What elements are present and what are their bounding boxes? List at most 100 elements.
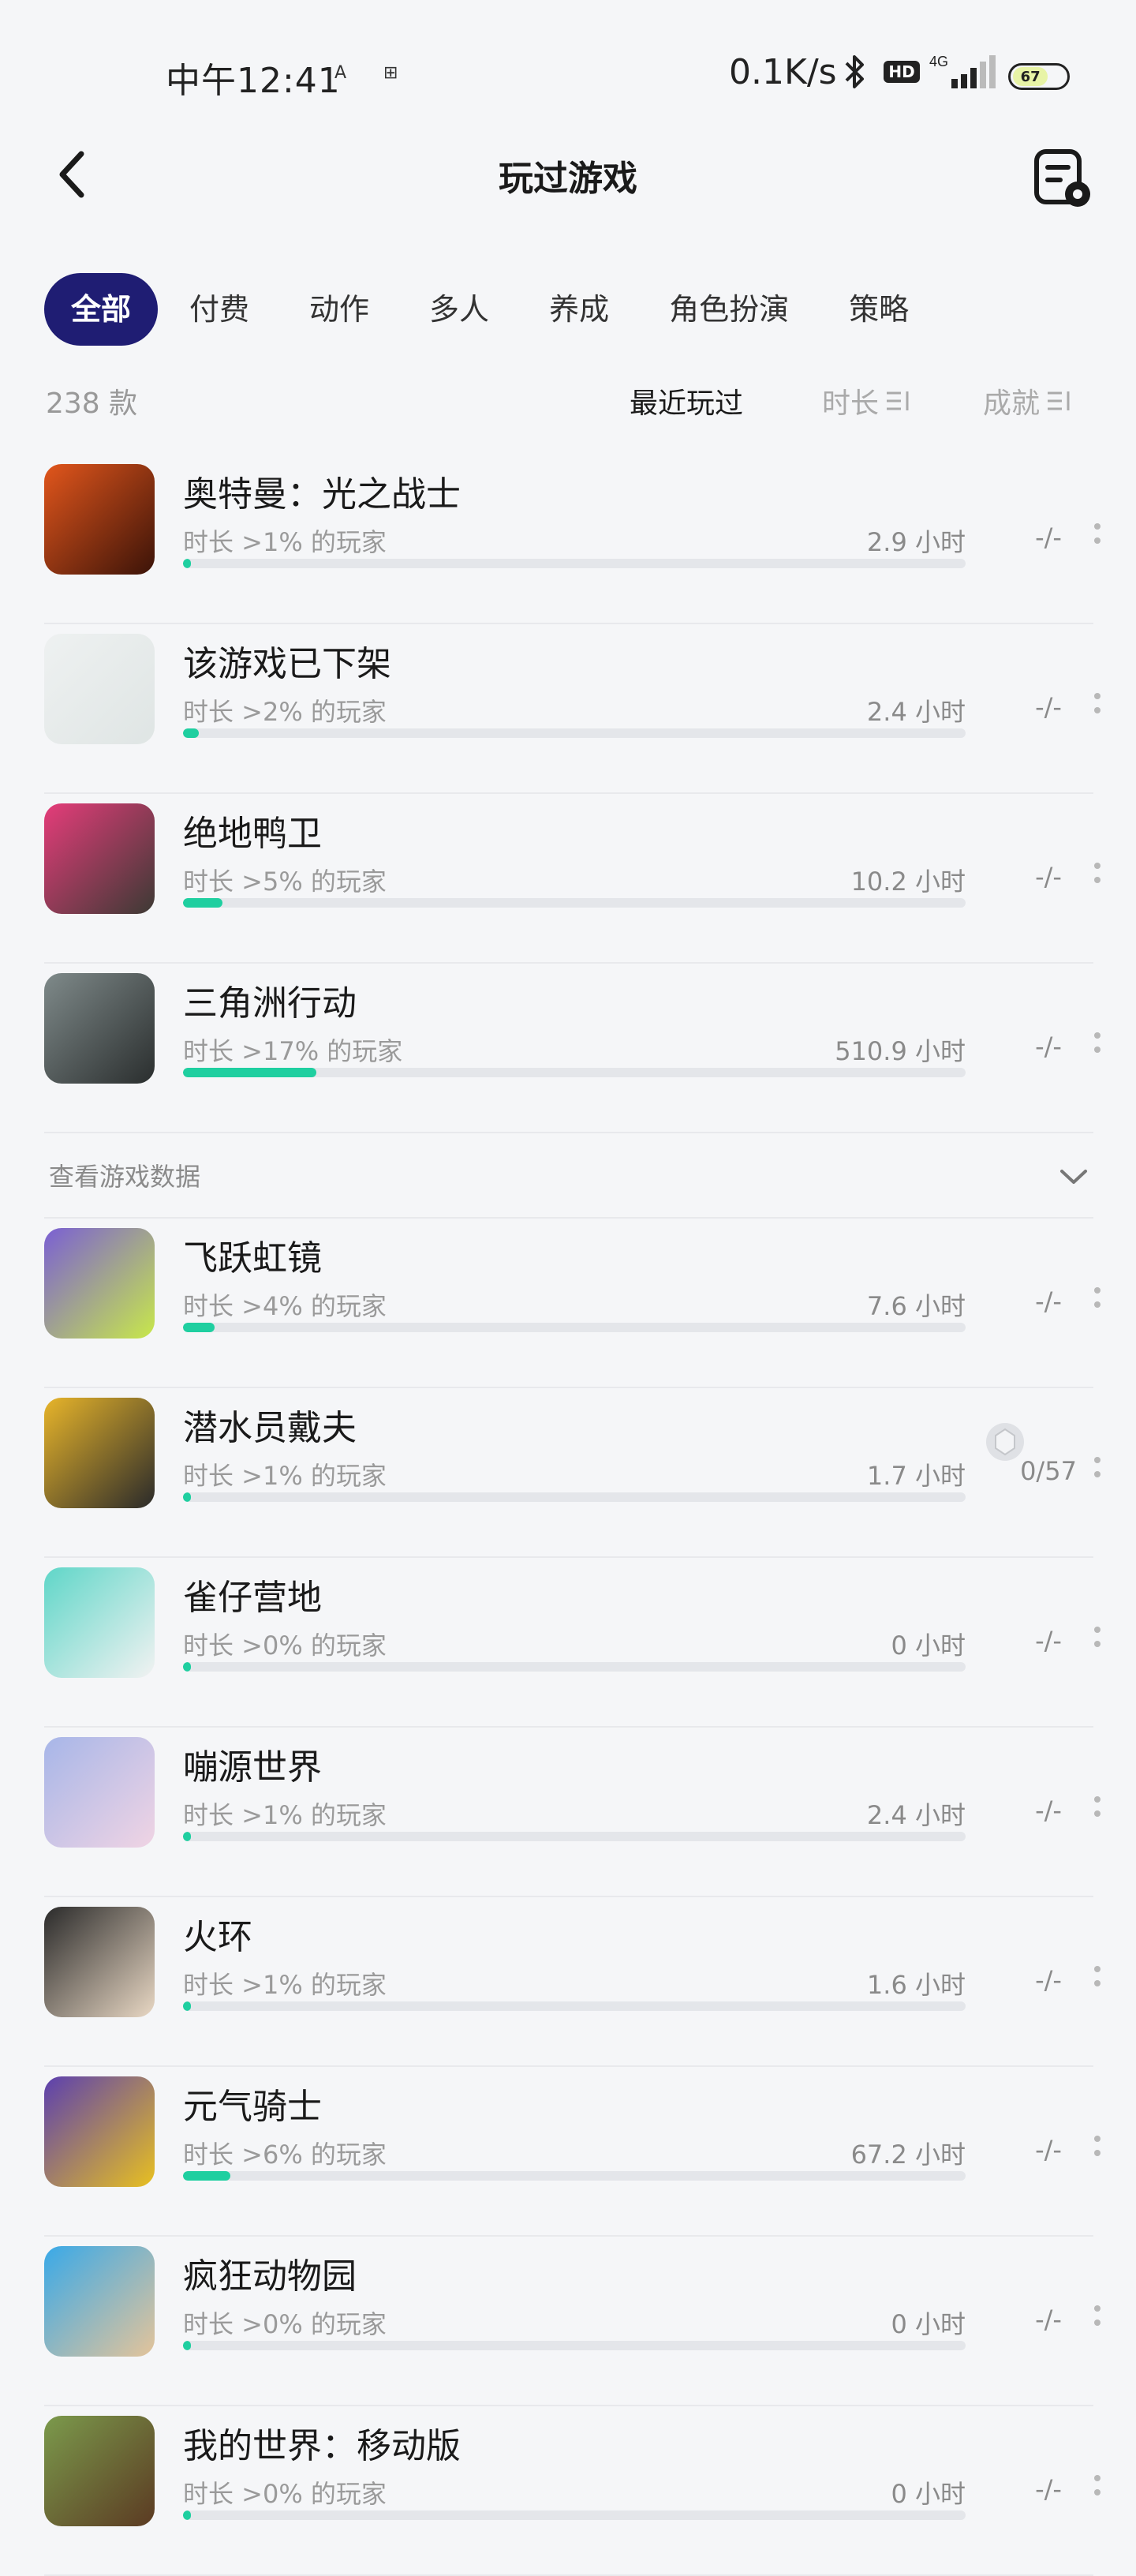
game-row[interactable]: 三角洲行动 时长 >17% 的玩家 510.9 小时 -/- (44, 964, 1100, 1133)
bluetooth-icon (835, 52, 874, 92)
game-list: 奥特曼：光之战士 时长 >1% 的玩家 2.9 小时 -/- 该游戏已下架 时长 >2% … (44, 455, 1100, 2576)
sort-achievement-button[interactable]: 成就 (983, 380, 1073, 421)
more-options-button[interactable] (1086, 680, 1109, 727)
playtime-rank: 时长 >17% 的玩家 (183, 1036, 403, 1066)
playtime-rank: 时长 >0% 的玩家 (183, 1631, 387, 1661)
achievement-progress: -/- (1035, 862, 1062, 892)
playtime-hours: 0 小时 (891, 1631, 966, 1661)
playtime-rank: 时长 >1% 的玩家 (183, 1461, 387, 1491)
playtime-rank: 时长 >4% 的玩家 (183, 1291, 387, 1321)
game-name: 三角洲行动 (183, 983, 357, 1024)
playtime-hours: 1.7 小时 (866, 1461, 966, 1491)
svg-text:4G: 4G (929, 54, 948, 69)
game-icon (44, 1907, 155, 2017)
playtime-hours: 510.9 小时 (835, 1036, 966, 1066)
tab-0[interactable]: 全部 (44, 273, 159, 346)
playtime-hours: 2.4 小时 (866, 697, 966, 727)
tab-3[interactable]: 多人 (401, 273, 518, 346)
playtime-hours: 0 小时 (891, 2309, 966, 2339)
playtime-rank: 时长 >6% 的玩家 (183, 2140, 387, 2170)
game-row[interactable]: 雀仔营地 时长 >0% 的玩家 0 小时 -/- (44, 1558, 1100, 1728)
status-time: 中午12:41 (166, 61, 341, 101)
chevron-down-icon (1060, 1170, 1087, 1184)
playtime-progress-bar (183, 2171, 966, 2181)
game-count: 238 款 (46, 388, 138, 420)
game-row[interactable]: 疯狂动物园 时长 >0% 的玩家 0 小时 -/- (44, 2237, 1100, 2406)
more-options-button[interactable] (1086, 2462, 1109, 2509)
playtime-progress-fill (183, 1068, 316, 1077)
playtime-hours: 67.2 小时 (850, 2140, 966, 2170)
playtime-progress-fill (183, 2341, 191, 2350)
list-settings-icon (1034, 149, 1090, 207)
playtime-progress-fill (183, 1662, 191, 1672)
game-icon (44, 803, 155, 914)
game-icon (44, 464, 155, 575)
battery-level: 67 (1013, 67, 1048, 86)
page-title: 玩过游戏 (499, 159, 637, 199)
tab-6[interactable]: 策略 (820, 273, 937, 346)
network-speed: 0.1K/s (729, 52, 837, 92)
game-row[interactable]: 嘣源世界 时长 >1% 的玩家 2.4 小时 -/- (44, 1728, 1100, 1897)
playtime-progress-fill (183, 728, 199, 738)
more-options-button[interactable] (1086, 1613, 1109, 1661)
tab-5[interactable]: 角色扮演 (641, 273, 817, 346)
achievement-progress: -/- (1035, 1795, 1062, 1825)
game-icon (44, 2076, 155, 2187)
playtime-progress-bar (183, 2510, 966, 2520)
more-options-button[interactable] (1086, 2122, 1109, 2170)
game-name: 飞跃虹镜 (183, 1238, 322, 1279)
game-row[interactable]: 我的世界：移动版 时长 >0% 的玩家 0 小时 -/- (44, 2406, 1100, 2576)
game-row[interactable]: 火环 时长 >1% 的玩家 1.6 小时 -/- (44, 1897, 1100, 2067)
tab-4[interactable]: 养成 (521, 273, 637, 346)
notification-icon: A (334, 63, 347, 83)
achievement-progress: -/- (1035, 2305, 1062, 2334)
more-options-button[interactable] (1086, 510, 1109, 557)
game-row[interactable]: 潜水员戴夫 时长 >1% 的玩家 1.7 小时 0/57 (44, 1388, 1100, 1558)
playtime-progress-bar (183, 898, 966, 908)
more-options-button[interactable] (1086, 849, 1109, 897)
more-options-button[interactable] (1086, 1443, 1109, 1491)
notification-icon-2: ⊞ (383, 63, 398, 83)
game-row[interactable]: 飞跃虹镜时长 >4% 的玩家 7.6 小时 -/- (44, 1219, 1100, 1388)
achievement-progress: -/- (1035, 692, 1062, 722)
sort-icon (887, 391, 909, 410)
playtime-progress-fill (183, 559, 191, 568)
tab-2[interactable]: 动作 (281, 273, 398, 346)
tab-1[interactable]: 付费 (161, 273, 278, 346)
achievement-progress: -/- (1035, 522, 1062, 552)
playtime-rank: 时长 >2% 的玩家 (183, 697, 387, 727)
view-game-data-toggle[interactable]: 查看游戏数据 (44, 1133, 1093, 1219)
playtime-progress-fill (183, 898, 222, 908)
achievement-progress: -/- (1035, 1286, 1062, 1316)
game-row[interactable]: 绝地鸭卫 时长 >5% 的玩家 10.2 小时 -/- (44, 794, 1100, 964)
more-options-button[interactable] (1086, 2292, 1109, 2339)
playtime-progress-bar (183, 2341, 966, 2350)
game-name: 嘣源世界 (183, 1747, 322, 1788)
achievement-progress: -/- (1035, 2135, 1062, 2165)
list-settings-button[interactable] (1026, 142, 1097, 213)
category-tabs: 全部 付费 动作 多人 养成 角色扮演 策略 (44, 273, 940, 346)
playtime-progress-bar (183, 1068, 966, 1077)
game-row[interactable]: 该游戏已下架 时长 >2% 的玩家 2.4 小时 -/- (44, 624, 1100, 794)
more-options-button[interactable] (1086, 1953, 1109, 2000)
playtime-progress-bar (183, 2001, 966, 2011)
section-label: 查看游戏数据 (49, 1162, 201, 1192)
sort-recent-button[interactable]: 最近玩过 (630, 380, 743, 421)
playtime-hours: 7.6 小时 (866, 1291, 966, 1321)
game-row[interactable]: 奥特曼：光之战士 时长 >1% 的玩家 2.9 小时 -/- (44, 455, 1100, 624)
playtime-progress-bar (183, 559, 966, 568)
game-name: 火环 (183, 1917, 252, 1957)
game-row[interactable]: 元气骑士 时长 >6% 的玩家 67.2 小时 -/- (44, 2067, 1100, 2237)
more-options-button[interactable] (1086, 1019, 1109, 1066)
playtime-rank: 时长 >5% 的玩家 (183, 867, 387, 897)
playtime-progress-bar (183, 1662, 966, 1672)
playtime-progress-fill (183, 1832, 191, 1841)
more-options-button[interactable] (1086, 1783, 1109, 1830)
playtime-hours: 0 小时 (891, 2479, 966, 2509)
game-icon (44, 1228, 155, 1339)
more-options-button[interactable] (1086, 1274, 1109, 1321)
playtime-hours: 10.2 小时 (850, 867, 966, 897)
sort-duration-button[interactable]: 时长 (822, 380, 912, 421)
app-header: 玩过游戏 (0, 126, 1136, 221)
achievement-progress: -/- (1035, 1965, 1062, 1995)
